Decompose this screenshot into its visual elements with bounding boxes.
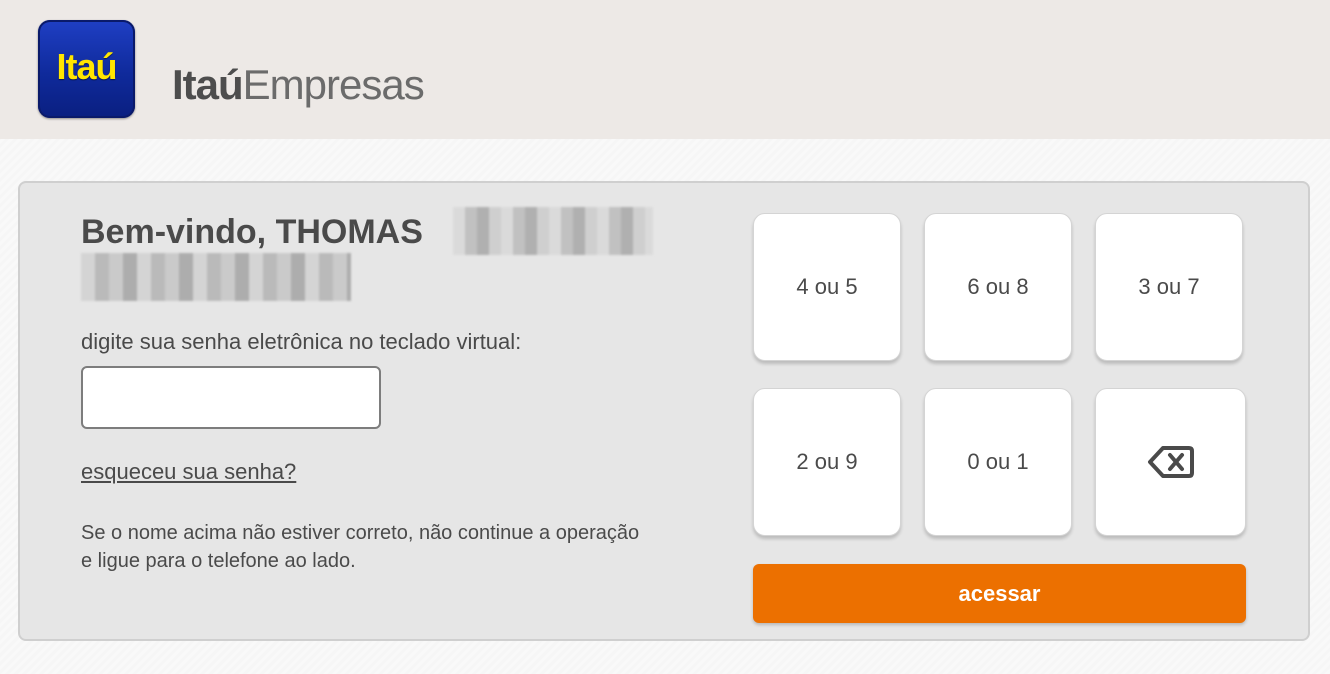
redacted-surname (453, 207, 653, 255)
key-label: 3 ou 7 (1138, 274, 1200, 299)
brand-bold: Itaú (172, 61, 244, 108)
keypad-key-2-or-9[interactable]: 2 ou 9 (753, 388, 901, 536)
header-bar: Itaú ItaúEmpresas (0, 0, 1330, 139)
keypad-backspace-button[interactable] (1095, 388, 1246, 536)
key-label: 4 ou 5 (796, 274, 858, 299)
brand-light: Empresas (242, 61, 425, 108)
brand-title: ItaúEmpresas (172, 61, 425, 108)
name-warning-notice: Se o nome acima não estiver correto, não… (81, 522, 640, 572)
logo-text: Itaú (56, 46, 117, 87)
access-button[interactable]: acessar (753, 564, 1246, 623)
itau-logo: Itaú (38, 20, 135, 118)
keypad-key-4-or-5[interactable]: 4 ou 5 (753, 213, 901, 361)
key-label: 6 ou 8 (967, 274, 1029, 299)
key-label: 0 ou 1 (967, 449, 1029, 474)
password-prompt: digite sua senha eletrônica no teclado v… (81, 329, 522, 354)
keypad-key-0-or-1[interactable]: 0 ou 1 (924, 388, 1072, 536)
redacted-name-line (81, 253, 351, 301)
keypad-key-3-or-7[interactable]: 3 ou 7 (1095, 213, 1243, 361)
backspace-icon (1147, 446, 1194, 478)
welcome-greeting: Bem-vindo, THOMAS (81, 213, 423, 251)
keypad-key-6-or-8[interactable]: 6 ou 8 (924, 213, 1072, 361)
login-panel: Bem-vindo, THOMAS digite sua senha eletr… (18, 181, 1310, 641)
key-label: 2 ou 9 (796, 449, 858, 474)
forgot-password-link[interactable]: esqueceu sua senha? (81, 459, 296, 485)
password-field[interactable] (81, 366, 381, 429)
